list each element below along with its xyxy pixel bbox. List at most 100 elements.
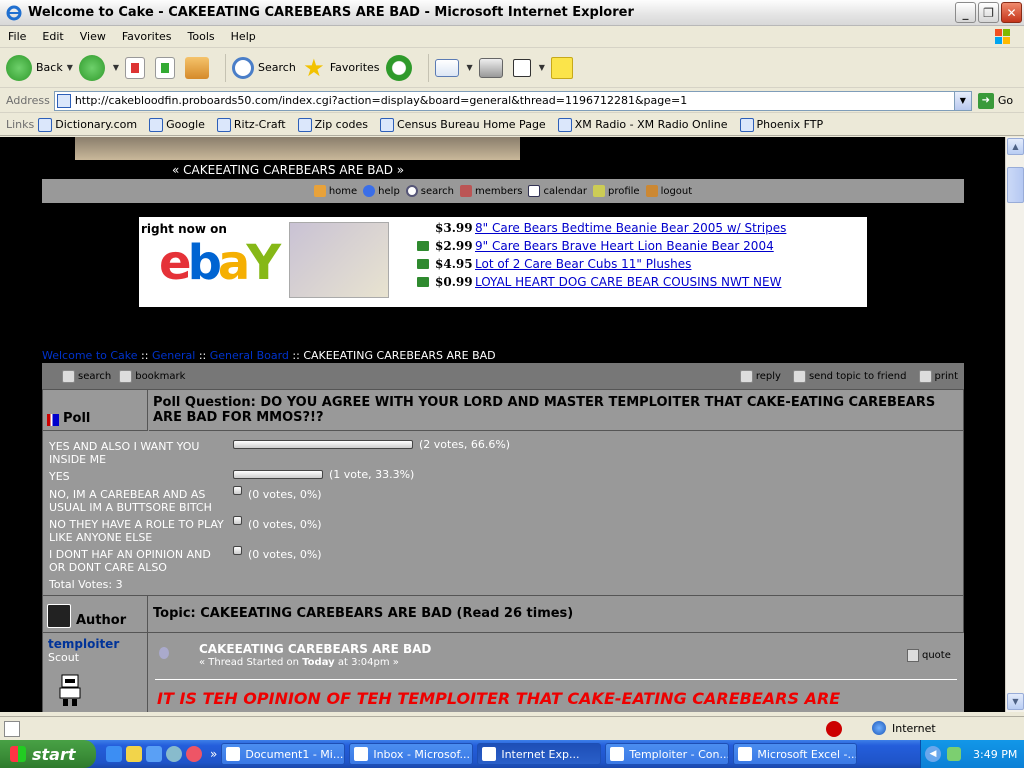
- link-phoenix-ftp[interactable]: Phoenix FTP: [739, 117, 823, 132]
- nav-calendar[interactable]: calendar: [528, 185, 587, 197]
- quote-button[interactable]: quote: [907, 649, 951, 662]
- chevron-down-icon[interactable]: ▼: [67, 63, 73, 72]
- scroll-thumb[interactable]: [1007, 167, 1024, 203]
- messenger-note-button[interactable]: [550, 56, 577, 79]
- chevron-down-icon[interactable]: ▼: [113, 63, 119, 72]
- link-census[interactable]: Census Bureau Home Page: [379, 117, 546, 132]
- breadcrumb-sep: ::: [141, 349, 149, 362]
- vertical-scrollbar[interactable]: ▲ ▼: [1005, 137, 1024, 712]
- search-button[interactable]: Search: [232, 56, 296, 79]
- home-icon: [185, 56, 210, 79]
- reply-button[interactable]: reply: [739, 369, 781, 383]
- close-button[interactable]: ✕: [1001, 2, 1022, 23]
- task-word[interactable]: Document1 - Mi...: [221, 743, 346, 765]
- messenger-tray-icon[interactable]: [947, 747, 961, 761]
- nav-help[interactable]: help: [363, 185, 400, 197]
- post-author-column: temploiter Scout: [43, 633, 148, 712]
- restore-button[interactable]: ❐: [978, 2, 999, 23]
- task-messenger[interactable]: Temploiter - Con...: [605, 743, 730, 765]
- menu-help[interactable]: Help: [223, 30, 264, 43]
- bookmark-button[interactable]: bookmark: [119, 369, 185, 383]
- stop-button[interactable]: [125, 56, 149, 79]
- breadcrumb-board[interactable]: General Board: [210, 349, 289, 362]
- scroll-up-button[interactable]: ▲: [1007, 138, 1024, 155]
- print-button[interactable]: [478, 57, 507, 78]
- ebay-listing[interactable]: $3.99 8" Care Bears Bedtime Beanie Bear 2…: [417, 219, 786, 237]
- listing-title-link[interactable]: LOYAL HEART DOG CARE BEAR COUSINS NWT NE…: [475, 275, 781, 289]
- ebay-listing[interactable]: $2.99 9" Care Bears Brave Heart Lion Bean…: [417, 237, 786, 255]
- thread-search-button[interactable]: search: [62, 369, 111, 383]
- send-topic-button[interactable]: send topic to friend: [792, 369, 907, 383]
- link-google[interactable]: Google: [149, 117, 205, 132]
- task-excel[interactable]: Microsoft Excel -...: [733, 743, 858, 765]
- nav-search[interactable]: search: [405, 185, 454, 197]
- clock: 3:49 PM: [973, 747, 1018, 761]
- poll-bar: [233, 486, 242, 495]
- edit-button[interactable]: ▼: [512, 58, 545, 77]
- link-zip-codes[interactable]: Zip codes: [297, 117, 368, 132]
- go-button[interactable]: ➜ Go: [977, 92, 1013, 109]
- task-outlook[interactable]: Inbox - Microsof...: [349, 743, 474, 765]
- nav-members[interactable]: members: [460, 185, 522, 197]
- author-icon: [47, 604, 71, 628]
- task-internet-explorer[interactable]: Internet Exp...: [477, 743, 602, 765]
- poll-box: Poll Poll Question: DO YOU AGREE WITH YO…: [42, 389, 964, 596]
- listing-title-link[interactable]: Lot of 2 Care Bear Cubs 11" Plushes: [475, 257, 691, 271]
- poll-option-text: NO THEY HAVE A ROLE TO PLAY LIKE ANYONE …: [49, 518, 224, 544]
- menu-favorites[interactable]: Favorites: [114, 30, 180, 43]
- chevron-down-icon[interactable]: ▼: [953, 91, 971, 110]
- back-button[interactable]: Back ▼: [6, 54, 73, 81]
- chevron-left-icon[interactable]: ◀: [925, 746, 941, 762]
- breadcrumb: Welcome to Cake :: General :: General Bo…: [42, 349, 496, 362]
- minimize-button[interactable]: _: [955, 2, 976, 23]
- task-label: Internet Exp...: [501, 747, 580, 761]
- forward-button[interactable]: ▼: [78, 54, 119, 81]
- post-body: IT IS TEH OPINION OF TEH TEMPLOITER THAT…: [157, 689, 841, 708]
- menu-view[interactable]: View: [72, 30, 114, 43]
- ebay-listing[interactable]: $0.99 LOYAL HEART DOG CARE BEAR COUSINS N…: [417, 273, 786, 291]
- popup-blocked-icon[interactable]: [826, 721, 842, 737]
- media-player-icon[interactable]: [186, 746, 202, 762]
- breadcrumb-category[interactable]: General: [152, 349, 195, 362]
- ebay-listing[interactable]: $4.95 Lot of 2 Care Bear Cubs 11" Plushes: [417, 255, 786, 273]
- nav-profile[interactable]: profile: [592, 185, 640, 197]
- link-ritz-craft[interactable]: Ritz-Craft: [216, 117, 286, 132]
- chevron-down-icon[interactable]: ▼: [467, 63, 473, 72]
- window-title: Welcome to Cake - CAKEEATING CAREBEARS A…: [28, 5, 634, 20]
- link-label: Google: [166, 118, 205, 131]
- ie-icon[interactable]: [146, 746, 162, 762]
- breadcrumb-home[interactable]: Welcome to Cake: [42, 349, 138, 362]
- listing-price: $4.95: [435, 257, 473, 271]
- link-dictionary[interactable]: Dictionary.com: [38, 117, 137, 132]
- nav-logout[interactable]: logout: [645, 185, 692, 197]
- chevron-down-icon[interactable]: ▼: [539, 63, 545, 72]
- menu-file[interactable]: File: [0, 30, 34, 43]
- scroll-down-button[interactable]: ▼: [1007, 693, 1024, 710]
- history-button[interactable]: [385, 54, 416, 81]
- favorites-button[interactable]: ★ Favorites: [302, 56, 379, 80]
- print-button[interactable]: print: [918, 369, 958, 383]
- ie-icon[interactable]: [106, 746, 122, 762]
- poll-bar: [233, 440, 413, 449]
- ebay-ad[interactable]: right now on ebaY $3.99 8" Care Bears Bed…: [139, 217, 867, 307]
- home-button[interactable]: [185, 56, 213, 79]
- menu-edit[interactable]: Edit: [34, 30, 71, 43]
- link-xm-radio[interactable]: XM Radio - XM Radio Online: [557, 117, 728, 132]
- menu-tools[interactable]: Tools: [180, 30, 223, 43]
- messenger-icon[interactable]: [166, 746, 182, 762]
- mail-button[interactable]: ▼: [434, 58, 473, 77]
- members-icon: [460, 185, 473, 197]
- nav-home[interactable]: home: [313, 185, 357, 197]
- refresh-button[interactable]: [155, 56, 179, 79]
- listing-title-link[interactable]: 8" Care Bears Bedtime Beanie Bear 2005 w…: [475, 221, 786, 235]
- post-username-link[interactable]: temploiter: [48, 637, 119, 651]
- care-bears-photo[interactable]: [289, 222, 389, 298]
- address-input[interactable]: http://cakebloodfin.proboards50.com/inde…: [53, 90, 972, 111]
- outlook-icon[interactable]: [126, 746, 142, 762]
- quick-launch-more[interactable]: »: [210, 747, 217, 761]
- start-button[interactable]: start: [0, 740, 96, 768]
- start-label: start: [32, 744, 76, 764]
- poll-bar: [233, 546, 242, 555]
- listing-title-link[interactable]: 9" Care Bears Brave Heart Lion Beanie Be…: [475, 239, 774, 253]
- post-divider: [155, 679, 957, 680]
